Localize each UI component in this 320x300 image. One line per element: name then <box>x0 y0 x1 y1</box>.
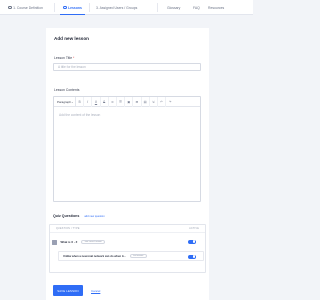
add-question-link[interactable]: add new question <box>84 215 104 218</box>
question-type-badge: text answer <box>129 254 147 258</box>
redo-icon[interactable]: ↷ <box>166 97 174 107</box>
editor-toolbar: Paragraph ⌄ B I U S ≡ ☰ ▣ ⊞ ▤ ⇲ ↶ ↷ <box>54 96 200 107</box>
image-icon[interactable]: ▣ <box>125 96 134 107</box>
column-active: ACTIVE <box>189 227 199 230</box>
rich-text-editor[interactable]: Paragraph ⌄ B I U S ≡ ☰ ▣ ⊞ ▤ ⇲ ↶ ↷ Add … <box>53 96 201 202</box>
top-navigation: 1. Course Definition Lessons 3. Assigned… <box>0 0 253 15</box>
strikethrough-icon[interactable]: S <box>101 96 109 107</box>
editor-placeholder: Add the content of the lesson <box>59 113 101 117</box>
tab-faq[interactable]: FAQ <box>193 0 200 15</box>
chevron-down-icon: ⌄ <box>71 99 74 104</box>
save-lesson-button[interactable]: SAVE LESSON <box>53 285 83 296</box>
align-icon[interactable]: ≡ <box>109 96 117 107</box>
embed-icon[interactable]: ⇲ <box>150 96 158 107</box>
quiz-section-header: Quiz Questions add new question <box>53 214 105 218</box>
drag-handle-icon[interactable] <box>51 239 57 245</box>
tab-label: Lessons <box>68 5 82 10</box>
question-type-badge: one correct answer <box>81 240 106 244</box>
italic-icon[interactable]: I <box>84 96 93 107</box>
paragraph-label: Paragraph <box>57 99 72 104</box>
tab-label: 3. Assigned Users / Groups <box>96 5 138 10</box>
table-icon[interactable]: ⊞ <box>133 96 142 107</box>
tab-course-definition[interactable]: 1. Course Definition <box>8 0 43 15</box>
media-icon[interactable]: ▤ <box>142 96 150 107</box>
step-icon <box>63 5 67 10</box>
tab-label: Glossary <box>167 5 181 10</box>
tab-lessons[interactable]: Lessons <box>60 0 85 15</box>
tab-divider <box>157 3 158 12</box>
lesson-title-label-text: Lesson Title <box>54 56 73 60</box>
list-icon[interactable]: ☰ <box>117 96 126 107</box>
tab-divider <box>89 3 90 12</box>
tab-assigned-users[interactable]: 3. Assigned Users / Groups <box>96 0 137 15</box>
tab-divider <box>54 3 55 12</box>
question-text: What is X - Z <box>60 240 78 244</box>
tab-label: 1. Course Definition <box>13 5 43 10</box>
tab-glossary[interactable]: Glossary <box>167 0 180 15</box>
lesson-title-input[interactable] <box>53 63 201 71</box>
underline-icon[interactable]: U <box>92 96 101 107</box>
bold-icon[interactable]: B <box>76 96 85 107</box>
question-text: Unlike when a neuronal network can do wh… <box>63 254 126 258</box>
question-row[interactable]: What is X - Z one correct answer <box>50 237 205 247</box>
cancel-link[interactable]: Cancel <box>91 285 100 296</box>
question-row[interactable]: Unlike when a neuronal network can do wh… <box>58 251 204 261</box>
tab-label: FAQ <box>193 5 200 10</box>
check-icon <box>8 5 12 10</box>
tab-label: Resources <box>208 5 225 10</box>
lesson-form-card: Add new lesson Lesson Title * Lesson Con… <box>46 28 209 300</box>
lesson-content-label: Lesson Contents <box>54 88 80 92</box>
table-header: QUESTION / TYPE ACTIVE <box>50 225 205 233</box>
active-toggle[interactable] <box>188 254 196 259</box>
tab-resources[interactable]: Resources <box>208 0 224 15</box>
required-mark: * <box>73 56 75 60</box>
undo-icon[interactable]: ↶ <box>158 96 167 107</box>
column-question: QUESTION / TYPE <box>56 227 80 230</box>
paragraph-select[interactable]: Paragraph ⌄ <box>54 96 76 107</box>
quiz-questions-table: QUESTION / TYPE ACTIVE What is X - Z one… <box>49 224 206 273</box>
quiz-title: Quiz Questions <box>53 214 80 218</box>
lesson-title-label: Lesson Title * <box>54 56 74 60</box>
active-toggle[interactable] <box>188 239 196 244</box>
page-title: Add new lesson <box>54 36 89 41</box>
